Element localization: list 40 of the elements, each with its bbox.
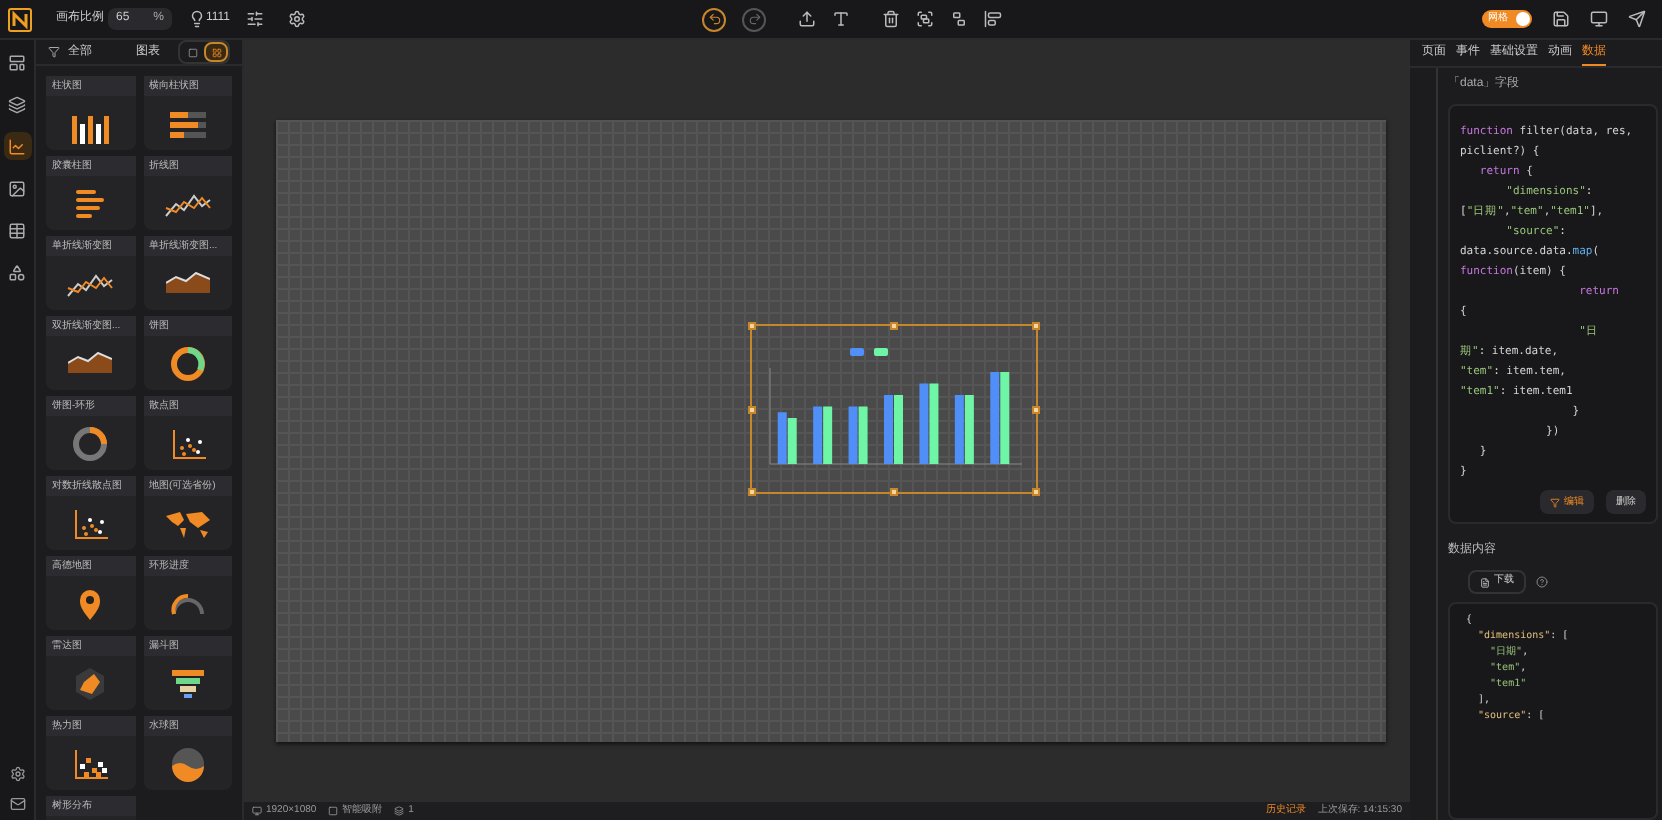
bar-chart-widget[interactable]	[750, 324, 1038, 494]
area-chart-icon	[68, 352, 113, 374]
settings-icon[interactable]	[9, 766, 25, 782]
redo-icon	[747, 12, 762, 26]
logo-icon	[8, 7, 32, 31]
lightbulb-icon[interactable]	[188, 10, 206, 28]
area-chart-icon	[165, 272, 210, 294]
layers-icon	[394, 806, 405, 816]
delete-icon[interactable]	[882, 10, 901, 28]
resize-handle[interactable]	[748, 322, 756, 330]
file-icon	[1480, 577, 1490, 587]
settings-icon[interactable]	[288, 10, 307, 28]
sliders-icon[interactable]	[246, 10, 265, 28]
resize-handle[interactable]	[1032, 488, 1040, 496]
filter-icon[interactable]	[48, 46, 60, 58]
resize-handle[interactable]	[1032, 406, 1040, 414]
resize-handle[interactable]	[890, 322, 898, 330]
grid-view-toggle[interactable]	[204, 42, 228, 62]
save-icon[interactable]	[1552, 10, 1570, 28]
undo-button[interactable]	[702, 7, 727, 31]
help-icon[interactable]	[1536, 576, 1548, 588]
resize-handle[interactable]	[748, 406, 756, 414]
preview-icon[interactable]	[1590, 10, 1608, 28]
align-icon[interactable]	[984, 10, 1003, 28]
ungroup-icon[interactable]	[950, 10, 969, 28]
group-icon[interactable]	[916, 10, 935, 28]
grid-icon	[211, 47, 221, 57]
resize-handle[interactable]	[748, 488, 756, 496]
line-chart-icon[interactable]	[3, 132, 31, 160]
mail-icon[interactable]	[9, 796, 25, 812]
redo-button[interactable]	[742, 7, 767, 31]
resize-handle[interactable]	[890, 488, 898, 496]
text-format-icon[interactable]	[832, 10, 851, 28]
screen-size-icon	[252, 806, 262, 816]
undo-icon	[707, 12, 722, 26]
resize-handle[interactable]	[1032, 322, 1040, 330]
filter-icon	[1550, 497, 1560, 507]
upload-icon[interactable]	[798, 10, 817, 28]
square-icon	[187, 47, 197, 57]
publish-icon[interactable]	[1628, 10, 1646, 28]
